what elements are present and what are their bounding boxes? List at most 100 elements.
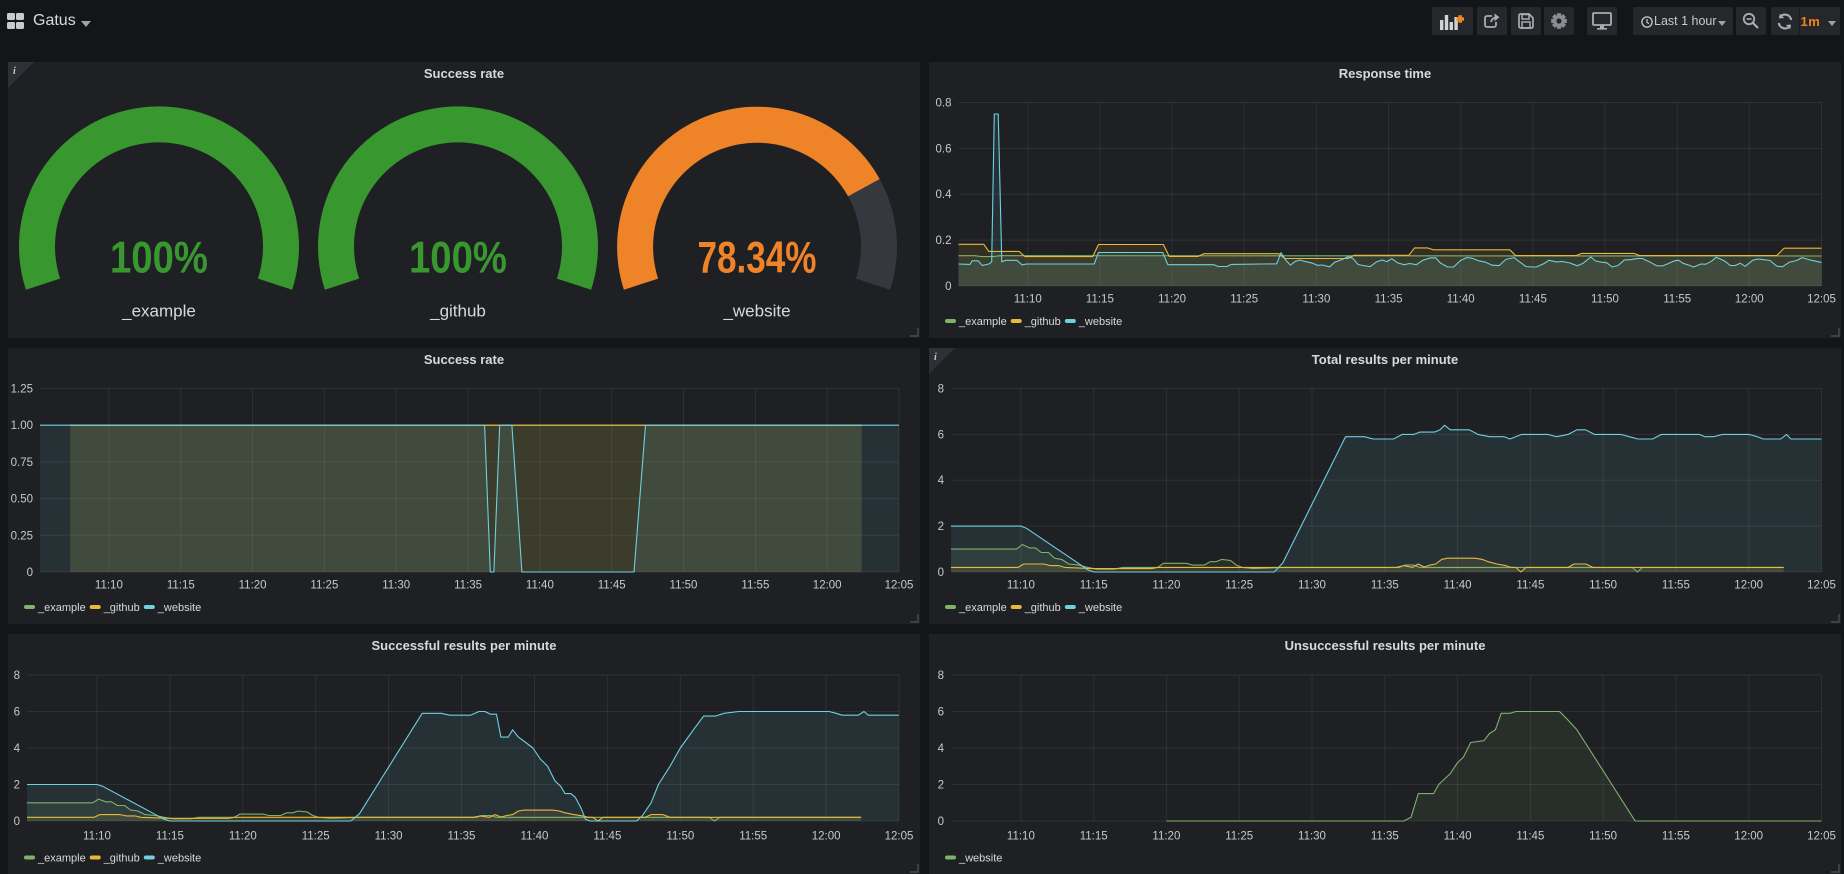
- svg-text:6: 6: [938, 429, 944, 441]
- svg-text:12:05: 12:05: [885, 831, 914, 843]
- svg-text:8: 8: [14, 670, 20, 682]
- svg-text:11:25: 11:25: [1225, 831, 1253, 843]
- svg-text:11:10: 11:10: [83, 831, 111, 843]
- svg-text:_github: _github: [429, 302, 486, 321]
- svg-text:11:10: 11:10: [95, 580, 123, 592]
- svg-text:_github: _github: [1024, 316, 1061, 328]
- svg-text:_example: _example: [121, 302, 196, 321]
- svg-text:0.2: 0.2: [936, 235, 952, 247]
- svg-text:_github: _github: [103, 602, 140, 614]
- svg-text:11:30: 11:30: [1302, 294, 1330, 306]
- svg-text:11:20: 11:20: [1158, 294, 1186, 306]
- svg-text:4: 4: [938, 743, 945, 755]
- svg-text:11:15: 11:15: [1080, 580, 1108, 592]
- svg-text:11:30: 11:30: [1298, 831, 1326, 843]
- svg-text:1.25: 1.25: [11, 384, 33, 396]
- svg-text:11:10: 11:10: [1014, 294, 1042, 306]
- svg-text:_github: _github: [1024, 602, 1061, 614]
- svg-text:6: 6: [14, 707, 20, 719]
- svg-text:11:50: 11:50: [1589, 580, 1617, 592]
- svg-text:0.25: 0.25: [11, 530, 33, 542]
- svg-text:11:55: 11:55: [1663, 294, 1691, 306]
- svg-text:6: 6: [938, 707, 944, 719]
- svg-text:11:10: 11:10: [1007, 831, 1035, 843]
- svg-text:11:40: 11:40: [1444, 831, 1472, 843]
- svg-text:0.50: 0.50: [11, 494, 33, 506]
- svg-text:_example: _example: [958, 602, 1007, 614]
- svg-text:11:55: 11:55: [1662, 580, 1690, 592]
- svg-text:11:40: 11:40: [521, 831, 549, 843]
- svg-text:12:00: 12:00: [813, 580, 842, 592]
- svg-text:0.6: 0.6: [936, 143, 952, 155]
- svg-text:11:45: 11:45: [598, 580, 626, 592]
- svg-text:11:20: 11:20: [239, 580, 267, 592]
- svg-text:2: 2: [938, 780, 944, 792]
- svg-text:_example: _example: [37, 853, 86, 865]
- svg-text:8: 8: [938, 384, 944, 396]
- svg-text:0.8: 0.8: [936, 98, 952, 110]
- svg-text:12:05: 12:05: [1807, 580, 1836, 592]
- svg-text:0: 0: [27, 567, 33, 579]
- svg-text:11:25: 11:25: [1230, 294, 1258, 306]
- svg-text:0.75: 0.75: [11, 457, 33, 469]
- svg-text:11:25: 11:25: [310, 580, 338, 592]
- svg-text:2: 2: [14, 780, 20, 792]
- svg-text:_website: _website: [1078, 316, 1122, 328]
- svg-text:_website: _website: [157, 602, 201, 614]
- svg-text:12:05: 12:05: [885, 580, 914, 592]
- svg-text:11:15: 11:15: [156, 831, 184, 843]
- svg-text:_website: _website: [1078, 602, 1122, 614]
- svg-text:100%: 100%: [409, 234, 507, 283]
- svg-text:11:10: 11:10: [1007, 580, 1035, 592]
- svg-text:100%: 100%: [110, 234, 208, 283]
- svg-text:_website: _website: [722, 302, 790, 321]
- svg-text:11:20: 11:20: [1152, 831, 1180, 843]
- svg-text:12:05: 12:05: [1807, 294, 1836, 306]
- svg-text:12:00: 12:00: [1734, 580, 1763, 592]
- svg-text:12:00: 12:00: [1734, 831, 1763, 843]
- svg-text:_github: _github: [103, 853, 140, 865]
- svg-text:11:20: 11:20: [229, 831, 257, 843]
- svg-text:11:35: 11:35: [1371, 580, 1399, 592]
- svg-text:11:50: 11:50: [670, 580, 698, 592]
- svg-text:11:35: 11:35: [448, 831, 476, 843]
- svg-text:11:50: 11:50: [666, 831, 694, 843]
- svg-text:11:25: 11:25: [1225, 580, 1253, 592]
- svg-text:_example: _example: [37, 602, 86, 614]
- svg-text:4: 4: [938, 475, 945, 487]
- svg-text:11:45: 11:45: [593, 831, 621, 843]
- svg-text:0: 0: [938, 816, 944, 828]
- svg-text:0: 0: [14, 816, 20, 828]
- svg-text:11:55: 11:55: [739, 831, 767, 843]
- svg-text:11:40: 11:40: [1447, 294, 1475, 306]
- svg-text:11:30: 11:30: [1298, 580, 1326, 592]
- svg-text:11:30: 11:30: [382, 580, 410, 592]
- svg-text:11:15: 11:15: [167, 580, 195, 592]
- svg-text:12:00: 12:00: [812, 831, 841, 843]
- svg-text:11:45: 11:45: [1519, 294, 1547, 306]
- svg-text:11:50: 11:50: [1591, 294, 1619, 306]
- svg-text:11:55: 11:55: [1662, 831, 1690, 843]
- svg-text:12:05: 12:05: [1807, 831, 1836, 843]
- svg-text:0: 0: [938, 567, 944, 579]
- svg-text:11:35: 11:35: [454, 580, 482, 592]
- svg-text:2: 2: [938, 521, 944, 533]
- svg-text:11:20: 11:20: [1152, 580, 1180, 592]
- svg-text:11:55: 11:55: [741, 580, 769, 592]
- svg-text:11:40: 11:40: [1444, 580, 1472, 592]
- svg-text:_example: _example: [958, 316, 1007, 328]
- svg-text:0.4: 0.4: [936, 189, 953, 201]
- svg-text:11:15: 11:15: [1080, 831, 1108, 843]
- svg-text:11:35: 11:35: [1371, 831, 1399, 843]
- svg-text:11:15: 11:15: [1086, 294, 1114, 306]
- svg-text:0: 0: [945, 281, 951, 293]
- svg-text:11:25: 11:25: [302, 831, 330, 843]
- svg-text:_website: _website: [157, 853, 201, 865]
- svg-text:4: 4: [14, 743, 21, 755]
- svg-text:11:30: 11:30: [375, 831, 403, 843]
- svg-text:11:35: 11:35: [1375, 294, 1403, 306]
- svg-text:11:50: 11:50: [1589, 831, 1617, 843]
- svg-text:11:45: 11:45: [1516, 831, 1544, 843]
- svg-text:11:40: 11:40: [526, 580, 554, 592]
- svg-text:78.34%: 78.34%: [698, 234, 817, 283]
